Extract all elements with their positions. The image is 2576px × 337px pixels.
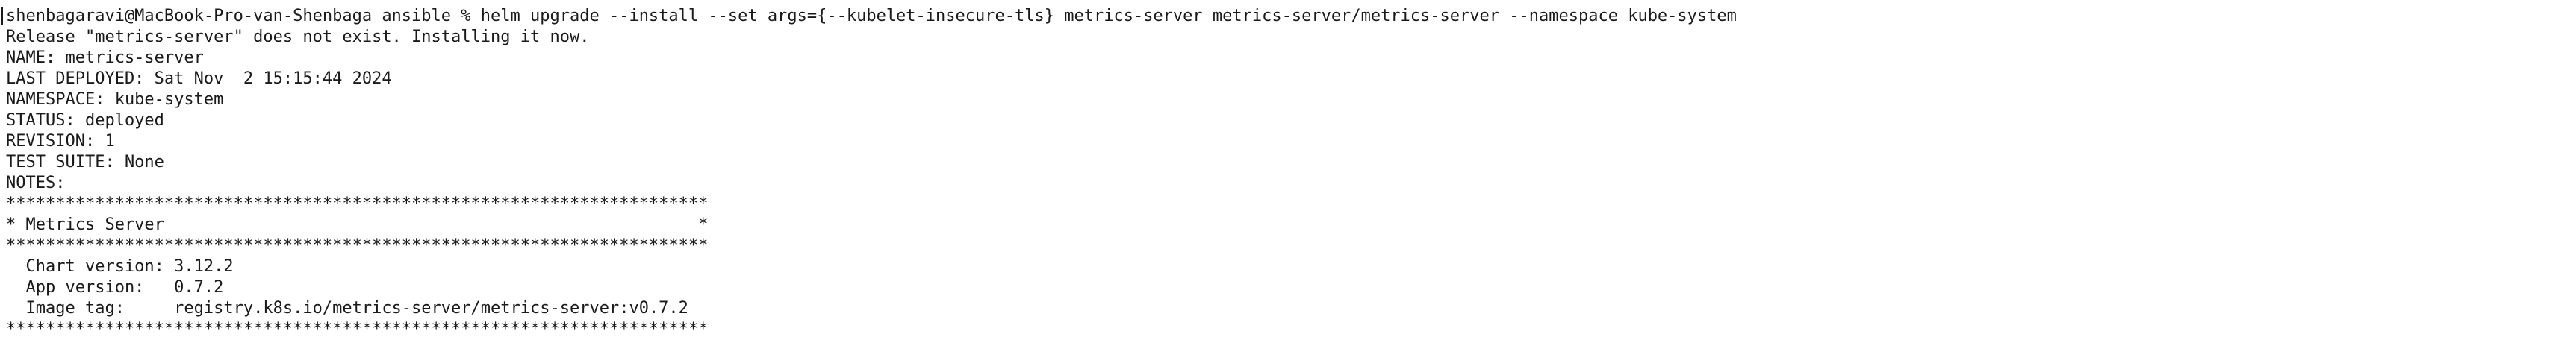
terminal-output: shenbagaravi@MacBook-Pro-van-Shenbaga an… xyxy=(6,6,1737,337)
output-line: ****************************************… xyxy=(6,320,709,337)
shell-prompt: shenbagaravi@MacBook-Pro-van-Shenbaga an… xyxy=(6,7,481,25)
output-line: STATUS: deployed xyxy=(6,111,164,130)
output-line: Image tag: registry.k8s.io/metrics-serve… xyxy=(6,299,688,318)
output-line: Chart version: 3.12.2 xyxy=(6,257,234,276)
output-line: * Metrics Server * xyxy=(6,215,709,234)
output-line: Release "metrics-server" does not exist.… xyxy=(6,28,590,46)
output-line: App version: 0.7.2 xyxy=(6,278,224,297)
output-line: TEST SUITE: None xyxy=(6,153,164,171)
output-line: REVISION: 1 xyxy=(6,132,115,151)
output-line: LAST DEPLOYED: Sat Nov 2 15:15:44 2024 xyxy=(6,69,392,88)
output-line: NOTES: xyxy=(6,174,66,192)
output-line: NAMESPACE: kube-system xyxy=(6,90,224,109)
output-line: ****************************************… xyxy=(6,195,709,213)
output-line: ****************************************… xyxy=(6,236,709,255)
text-cursor xyxy=(1,7,3,25)
command-line: shenbagaravi@MacBook-Pro-van-Shenbaga an… xyxy=(6,6,1737,27)
terminal-window[interactable]: shenbagaravi@MacBook-Pro-van-Shenbaga an… xyxy=(0,0,2576,337)
output-line: NAME: metrics-server xyxy=(6,48,204,67)
command-text: helm upgrade --install --set args={--kub… xyxy=(480,7,1737,25)
